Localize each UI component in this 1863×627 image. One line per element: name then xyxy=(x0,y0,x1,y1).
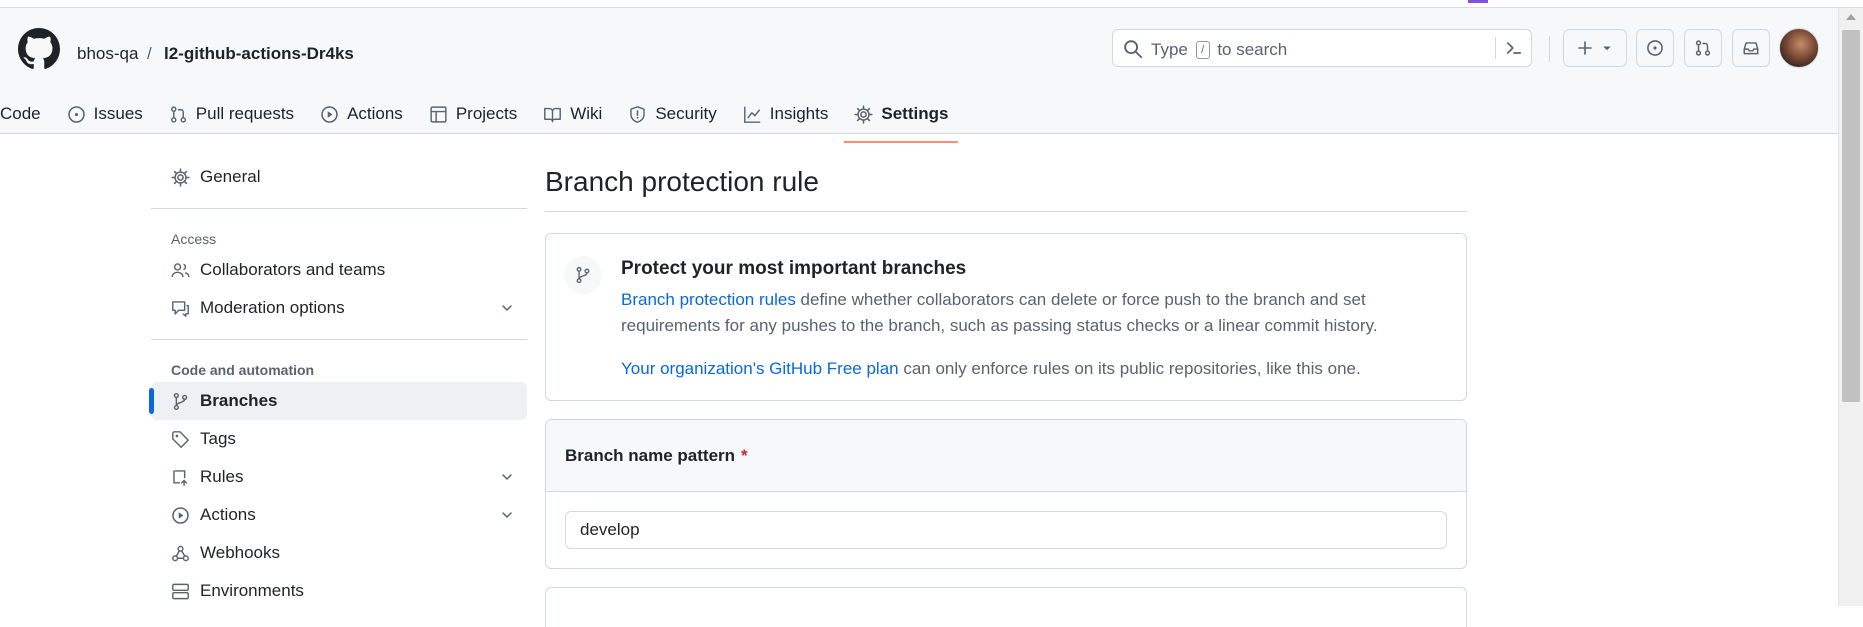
shield-icon xyxy=(630,105,646,123)
chevron-down-icon xyxy=(502,474,512,480)
tab-code[interactable]: Code xyxy=(0,94,51,134)
gear-icon xyxy=(854,104,873,124)
sidebar-item-environments[interactable]: Environments xyxy=(151,572,527,610)
branch-pattern-input[interactable] xyxy=(565,511,1447,549)
sidebar-heading-code-automation: Code and automation xyxy=(171,362,315,378)
breadcrumb-separator: / xyxy=(147,44,152,63)
tab-wiki[interactable]: Wiki xyxy=(533,94,612,134)
search-input[interactable]: Type / to search xyxy=(1112,29,1532,67)
issue-icon xyxy=(1647,40,1663,56)
page-scrollbar[interactable] xyxy=(1838,8,1863,606)
plus-icon xyxy=(1578,41,1592,55)
play-icon xyxy=(172,506,189,524)
chevron-down-icon xyxy=(502,305,512,311)
tab-issues[interactable]: Issues xyxy=(57,94,153,134)
search-divider xyxy=(1495,37,1496,59)
info-description: Branch protection rules define whether c… xyxy=(621,290,1378,335)
sidebar-item-label: Tags xyxy=(200,429,236,448)
tab-security[interactable]: Security xyxy=(618,94,726,134)
next-section-box xyxy=(545,587,1467,627)
free-plan-link[interactable]: Your organization's GitHub Free plan xyxy=(621,359,899,378)
tab-settings[interactable]: Settings xyxy=(844,94,959,143)
report-icon xyxy=(172,300,189,317)
main-content: Branch protection rule Protect your most… xyxy=(545,166,1467,627)
sidebar-item-label: Webhooks xyxy=(200,543,281,562)
info-title: Protect your most important branches xyxy=(621,258,967,279)
command-palette-icon[interactable] xyxy=(1503,38,1525,58)
table-icon xyxy=(430,105,447,123)
sidebar-item-rules[interactable]: Rules xyxy=(151,458,527,496)
scrollbar-thumb[interactable] xyxy=(1842,30,1860,402)
create-new-button[interactable] xyxy=(1563,29,1627,67)
sidebar-item-moderation[interactable]: Moderation options xyxy=(151,289,527,327)
breadcrumb-owner[interactable]: bhos-qa xyxy=(77,44,138,64)
sidebar-item-general[interactable]: General xyxy=(151,158,527,196)
server-icon xyxy=(172,583,189,599)
pull-request-icon xyxy=(1695,40,1711,56)
search-icon xyxy=(1124,40,1143,59)
repo-nav-tabs: Code Issues Pull requests Actions Projec… xyxy=(0,94,964,143)
protection-info-box: Protect your most important branches Bra… xyxy=(545,233,1467,401)
pull-request-icon xyxy=(170,105,186,123)
branch-protection-rules-link[interactable]: Branch protection rules xyxy=(621,290,796,309)
info-plan-note: Your organization's GitHub Free plan can… xyxy=(621,359,1361,378)
settings-sidebar: General Access Collaborators and teams M… xyxy=(149,158,527,610)
branch-icon xyxy=(173,392,188,410)
repo-header: bhos-qa / l2-github-actions-Dr4ks Type /… xyxy=(0,8,1838,143)
tab-actions[interactable]: Actions xyxy=(310,94,413,134)
tab-pull-requests[interactable]: Pull requests xyxy=(159,94,304,134)
gear-icon xyxy=(171,167,190,187)
branch-pattern-box: Branch name pattern * xyxy=(545,419,1467,569)
chevron-down-icon xyxy=(502,512,512,518)
branch-pattern-label: Branch name pattern * xyxy=(546,420,1466,492)
sidebar-item-branches[interactable]: Branches xyxy=(149,382,527,420)
people-icon xyxy=(171,262,190,277)
tab-projects[interactable]: Projects xyxy=(419,94,527,134)
breadcrumb-repo[interactable]: l2-github-actions-Dr4ks xyxy=(164,44,354,64)
sidebar-item-actions[interactable]: Actions xyxy=(151,496,527,534)
pull-requests-button[interactable] xyxy=(1684,29,1722,67)
chevron-down-icon xyxy=(1603,46,1611,51)
required-mark: * xyxy=(741,445,748,465)
scroll-up-arrow-icon[interactable] xyxy=(1846,14,1856,20)
sidebar-item-label: Moderation options xyxy=(200,298,345,317)
inbox-icon xyxy=(1743,42,1759,55)
sidebar-item-label: Collaborators and teams xyxy=(200,260,386,279)
sidebar-item-label: Rules xyxy=(200,467,244,486)
page-title: Branch protection rule xyxy=(545,166,1467,212)
header-divider xyxy=(1549,36,1550,62)
sidebar-item-label: Actions xyxy=(200,505,256,524)
browser-tab-indicator xyxy=(1468,0,1488,3)
sidebar-item-webhooks[interactable]: Webhooks xyxy=(151,534,527,572)
browser-top-strip xyxy=(0,0,1863,8)
sidebar-item-collaborators[interactable]: Collaborators and teams xyxy=(151,251,527,289)
webhook-icon xyxy=(172,545,189,561)
repo-push-icon xyxy=(173,469,188,486)
inbox-button[interactable] xyxy=(1732,29,1770,67)
sidebar-divider xyxy=(151,339,527,340)
search-shortcut-key: / xyxy=(1195,41,1210,59)
sidebar-item-label: Environments xyxy=(200,581,304,600)
branch-icon xyxy=(576,266,590,284)
sidebar-item-label: Branches xyxy=(200,391,278,410)
user-avatar[interactable] xyxy=(1779,28,1819,68)
github-logo-icon[interactable] xyxy=(18,28,60,70)
sidebar-item-tags[interactable]: Tags xyxy=(151,420,527,458)
sidebar-item-label: General xyxy=(200,167,261,186)
issues-button[interactable] xyxy=(1636,29,1674,67)
search-placeholder: Type / to search xyxy=(1151,40,1288,59)
graph-icon xyxy=(743,106,760,123)
tag-icon xyxy=(172,430,189,448)
issue-icon xyxy=(67,105,85,123)
play-icon xyxy=(321,105,338,123)
book-icon xyxy=(544,107,562,122)
sidebar-divider xyxy=(151,208,527,209)
sidebar-heading-access: Access xyxy=(171,231,217,247)
branch-icon-badge xyxy=(564,256,602,294)
tab-insights[interactable]: Insights xyxy=(733,94,839,134)
